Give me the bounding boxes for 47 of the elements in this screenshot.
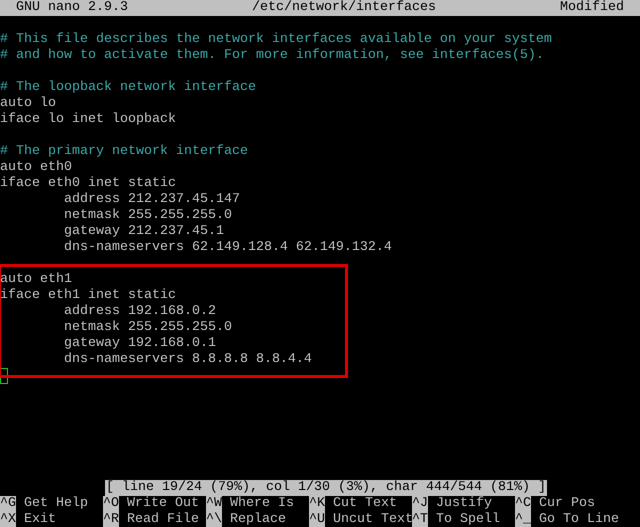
code-line: iface eth1 inet static [0,288,176,303]
file-path: /etc/network/interfaces [252,0,436,16]
code-line: netmask 255.255.255.0 [62,208,232,223]
shortcut-key: ^J [412,496,428,512]
shortcut-key: ^W [206,496,222,512]
modified-status: Modified [560,0,624,16]
shortcut-key: ^_ [515,512,531,527]
shortcut-label: Where Is [230,496,294,512]
status-message: [ line 19/24 (79%), col 1/30 (3%), char 444/544 (81%) ] [105,480,547,496]
code-line: iface lo inet loopback [0,112,176,127]
shortcut-label: Justify [436,496,492,512]
shortcut-label: Exit [24,512,56,527]
comment-line: # and how to activate them. For more information, see interfaces(5). [0,48,544,63]
shortcut-key: ^X [0,512,16,527]
shortcut-key: ^\ [206,512,222,527]
shortcut-key: ^G [0,496,16,512]
code-line: dns-nameservers 62.149.128.4 62.149.132.4 [62,240,392,255]
code-line: auto lo [0,96,56,111]
code-line: dns-nameservers 8.8.8.8 8.8.4.4 [62,352,312,367]
shortcut-label: Read File [127,512,199,527]
code-line: gateway 192.168.0.1 [62,336,216,351]
shortcut-label: Cut Text [333,496,397,512]
shortcut-key: ^K [309,496,325,512]
code-line: auto eth0 [0,160,72,175]
app-name: GNU nano 2.9.3 [16,0,128,16]
text-cursor [0,368,8,384]
shortcut-label: Go To Line [539,512,619,527]
code-line: iface eth0 inet static [0,176,176,191]
shortcut-key: ^O [103,496,119,512]
shortcut-key: ^R [103,512,119,527]
code-line: gateway 212.237.45.1 [62,224,224,239]
shortcut-label: Get Help [24,496,88,512]
comment-line: # This file describes the network interfaces available on your system [0,32,552,47]
shortcut-label: To Spell [436,512,500,527]
shortcut-label: Uncut Text [333,512,413,527]
shortcut-key: ^C [515,496,531,512]
code-line: address 212.237.45.147 [62,192,240,207]
shortcut-label: Cur Pos [539,496,595,512]
comment-line: # The loopback network interface [0,80,256,95]
shortcut-key: ^U [309,512,325,527]
code-line: auto eth1 [0,272,72,287]
code-line: address 192.168.0.2 [62,304,216,319]
shortcut-label: Write Out [127,496,199,512]
comment-line: # The primary network interface [0,144,248,159]
shortcut-key: ^T [412,512,428,527]
shortcut-label: Replace [230,512,286,527]
code-line: netmask 255.255.255.0 [62,320,232,335]
